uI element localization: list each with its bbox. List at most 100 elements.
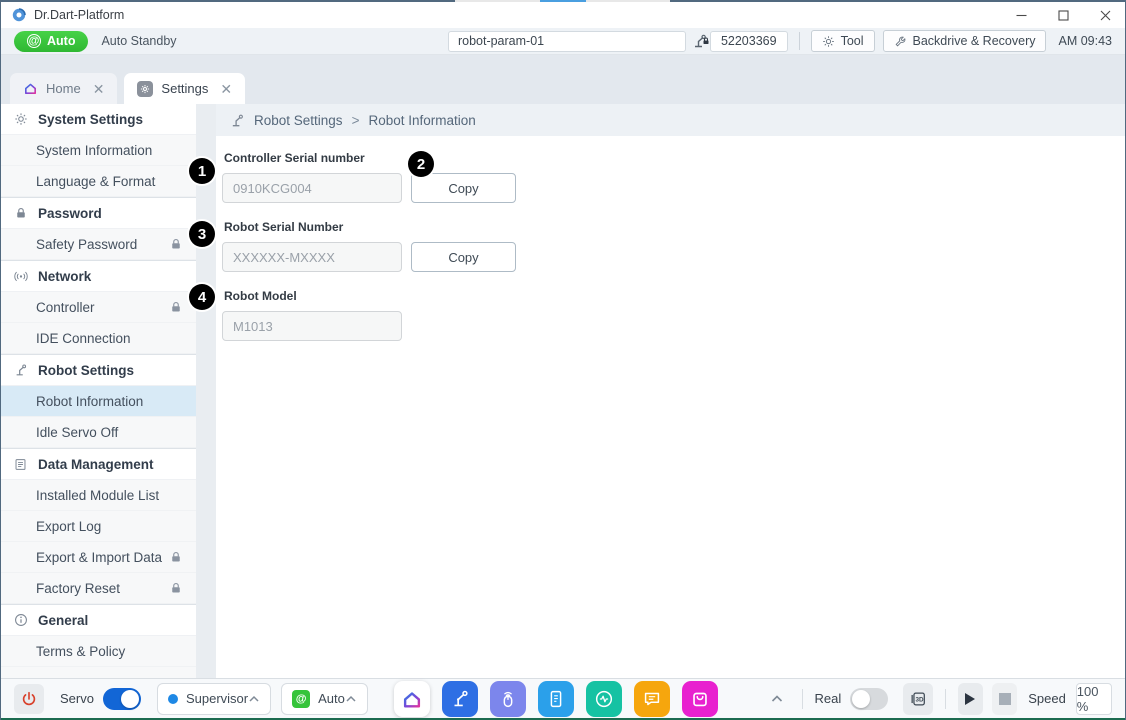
sidebar-item-export-import-data[interactable]: Export & Import Data — [0, 542, 196, 573]
sidebar-section-label: Network — [38, 269, 91, 284]
doc-icon — [13, 458, 28, 471]
tool-button[interactable]: Tool — [811, 30, 875, 52]
breadcrumb-section[interactable]: Robot Settings — [254, 113, 343, 128]
sidebar-item-system-information[interactable]: System Information — [0, 135, 196, 166]
real-label: Real — [815, 691, 842, 706]
dock-home-icon[interactable] — [394, 681, 430, 717]
dock-store-icon[interactable] — [682, 681, 718, 717]
sidebar-item-controller[interactable]: Controller — [0, 292, 196, 323]
sidebar-section-label: Data Management — [38, 457, 154, 472]
lock-icon — [170, 551, 182, 563]
robot-model-input[interactable] — [222, 311, 402, 341]
operation-mode-dropdown[interactable]: @ Auto — [281, 683, 368, 715]
servo-label: Servo — [60, 691, 94, 706]
breadcrumb: Robot Settings > Robot Information — [216, 104, 1126, 136]
dock-collapse-chevron-icon[interactable] — [764, 693, 790, 704]
dock-teach-pendant-icon[interactable] — [490, 681, 526, 717]
svg-text:3D: 3D — [916, 696, 925, 703]
stop-button[interactable] — [992, 683, 1017, 715]
speed-value[interactable]: 100 % — [1076, 683, 1112, 715]
field-label-robot-serial-number: Robot Serial Number — [224, 220, 1126, 234]
sidebar-item-terms-policy[interactable]: Terms & Policy — [0, 636, 196, 667]
sidebar-item-idle-servo-off[interactable]: Idle Servo Off — [0, 417, 196, 448]
field-label-controller-serial-number: Controller Serial number — [224, 151, 1126, 165]
dock-robot-arm-icon[interactable] — [442, 681, 478, 717]
robot-serial-number-input[interactable] — [222, 242, 402, 272]
serial-badge: 52203369 — [692, 31, 788, 52]
close-icon[interactable] — [1084, 2, 1126, 28]
auto-mode-icon: @ — [27, 34, 41, 48]
dock-document-icon[interactable] — [538, 681, 574, 717]
mode-badge[interactable]: @ Auto — [14, 31, 88, 52]
sidebar-section-label: General — [38, 613, 88, 628]
chevron-up-icon — [248, 695, 260, 703]
sidebar-section-label: Robot Settings — [38, 363, 134, 378]
sidebar-item-label: Factory Reset — [36, 581, 120, 596]
sidebar-section-data-management[interactable]: Data Management — [0, 448, 196, 480]
lock-icon — [170, 238, 182, 250]
copy-button[interactable]: Copy — [411, 242, 516, 272]
sidebar-item-installed-module-list[interactable]: Installed Module List — [0, 480, 196, 511]
3d-view-button[interactable]: 3D — [903, 683, 933, 715]
callout-badge-1: 1 — [189, 158, 215, 184]
tab-home[interactable]: Home ✕ — [10, 73, 117, 104]
breadcrumb-separator: > — [352, 113, 360, 128]
play-button[interactable] — [958, 683, 983, 715]
sidebar-section-robot-settings[interactable]: Robot Settings — [0, 354, 196, 386]
clock: AM 09:43 — [1058, 34, 1112, 48]
app-title: Dr.Dart-Platform — [34, 8, 124, 22]
sidebar-item-factory-reset[interactable]: Factory Reset — [0, 573, 196, 604]
sidebar-section-general[interactable]: General — [0, 604, 196, 636]
tab-home-close-icon[interactable]: ✕ — [93, 82, 105, 96]
dock-message-icon[interactable] — [634, 681, 670, 717]
sidebar-item-export-log[interactable]: Export Log — [0, 511, 196, 542]
tab-settings[interactable]: Settings ✕ — [124, 73, 245, 104]
background-window-sliver — [0, 0, 1126, 2]
chevron-up-icon — [345, 695, 357, 703]
sidebar-item-safety-password[interactable]: Safety Password — [0, 229, 196, 260]
sidebar-item-label: Installed Module List — [36, 488, 159, 503]
sidebar-section-system-settings[interactable]: System Settings — [0, 104, 196, 135]
stop-icon — [999, 693, 1011, 705]
sidebar-section-label: System Settings — [38, 112, 143, 127]
main-content: Robot Settings > Robot Information Contr… — [216, 104, 1126, 679]
sidebar-item-language-format[interactable]: Language & Format — [0, 166, 196, 197]
home-icon — [23, 81, 38, 96]
sidebar-section-password[interactable]: Password — [0, 197, 196, 229]
maximize-icon[interactable] — [1042, 2, 1084, 28]
field-row: Copy — [222, 173, 1126, 203]
sidebar-section-network[interactable]: Network — [0, 260, 196, 292]
sidebar-item-robot-information[interactable]: Robot Information — [0, 386, 196, 417]
backdrive-recovery-button[interactable]: Backdrive & Recovery — [883, 30, 1047, 52]
sidebar-item-ide-connection[interactable]: IDE Connection — [0, 323, 196, 354]
servo-toggle[interactable] — [103, 688, 141, 710]
robot-serial-value[interactable]: 52203369 — [710, 31, 788, 52]
field-label-robot-model: Robot Model — [224, 289, 1126, 303]
user-role-icon — [168, 694, 178, 704]
minimize-icon[interactable] — [1000, 2, 1042, 28]
robot-icon — [13, 363, 28, 377]
auto-mode-icon: @ — [292, 690, 310, 708]
dock-monitor-icon[interactable] — [586, 681, 622, 717]
power-button[interactable] — [14, 684, 44, 714]
sidebar-item-label: Language & Format — [36, 174, 155, 189]
copy-button[interactable]: Copy — [411, 173, 516, 203]
sidebar-section-label: Password — [38, 206, 102, 221]
robot-param-input[interactable] — [448, 31, 686, 52]
breadcrumb-page: Robot Information — [368, 113, 475, 128]
user-role-dropdown[interactable]: Supervisor — [157, 683, 271, 715]
sidebar-item-label: Terms & Policy — [36, 644, 125, 659]
sidebar-item-label: Export & Import Data — [36, 550, 162, 565]
settings-icon — [137, 81, 153, 97]
callout-badge-2: 2 — [408, 151, 434, 177]
field-row — [222, 311, 1126, 341]
gear-icon — [822, 35, 835, 48]
tab-settings-close-icon[interactable]: ✕ — [220, 82, 232, 96]
real-toggle[interactable] — [850, 688, 888, 710]
sidebar-item-label: Safety Password — [36, 237, 137, 252]
robot-lock-icon — [692, 33, 708, 49]
controller-serial-number-input[interactable] — [222, 173, 402, 203]
app-icon — [12, 8, 26, 22]
status-toolbar: @ Auto Auto Standby 52203369 Tool Backdr… — [0, 28, 1126, 55]
play-icon — [964, 692, 976, 706]
